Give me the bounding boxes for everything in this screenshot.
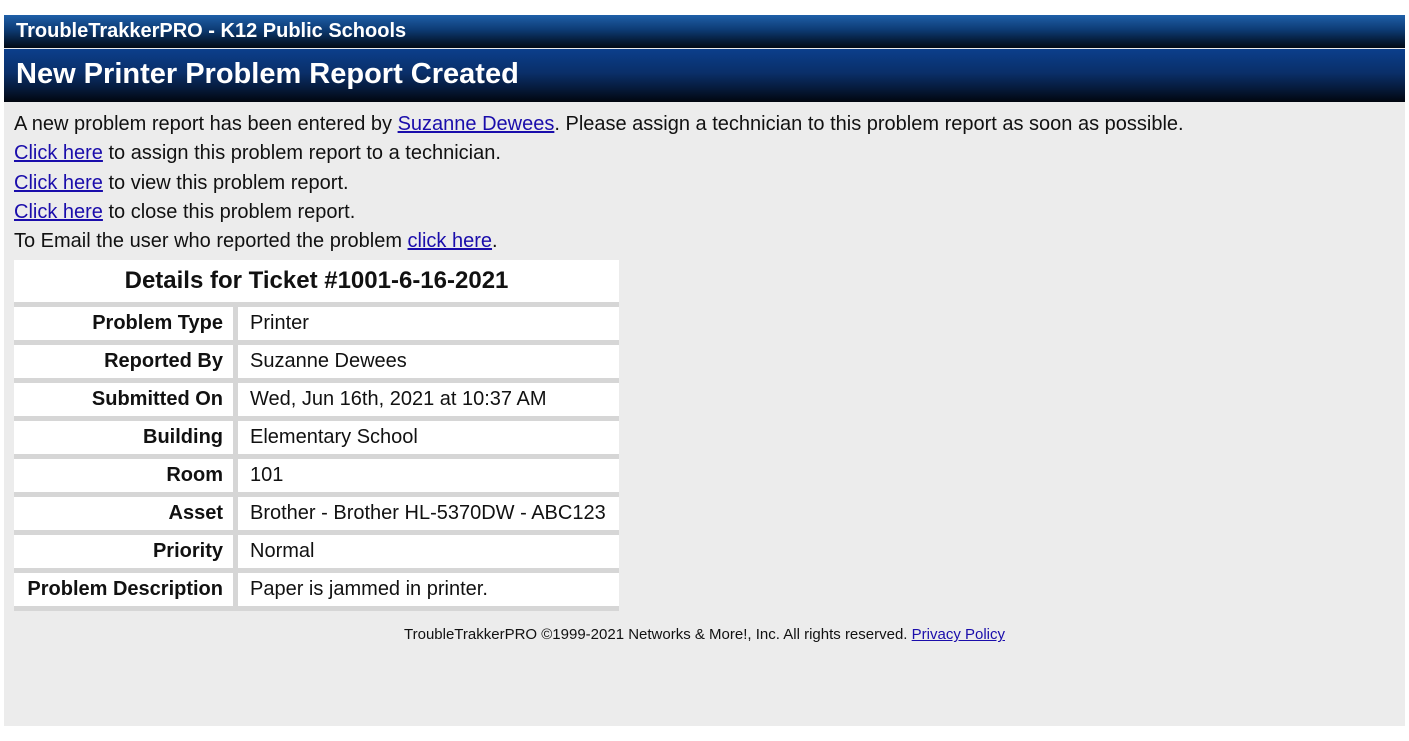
table-row: Submitted On Wed, Jun 16th, 2021 at 10:3… xyxy=(14,380,619,422)
reporter-link[interactable]: Suzanne Dewees xyxy=(398,113,555,135)
view-report-link[interactable]: Click here xyxy=(14,172,103,194)
table-row: Problem Description Paper is jammed in p… xyxy=(14,570,619,612)
assign-line: Click here to assign this problem report… xyxy=(14,139,1405,168)
page-title: New Printer Problem Report Created xyxy=(16,58,519,90)
copyright-text: TroubleTrakkerPRO ©1999-2021 Networks & … xyxy=(404,626,912,644)
assign-text: to assign this problem report to a techn… xyxy=(102,142,501,165)
table-row: Room 101 xyxy=(14,456,619,498)
title-bar: New Printer Problem Report Created xyxy=(4,49,1405,102)
intro-line: A new problem report has been entered by… xyxy=(14,110,1405,139)
brand-bar: TroubleTrakkerPRO - K12 Public Schools xyxy=(4,15,1405,48)
email-prefix: To Email the user who reported the probl… xyxy=(14,230,408,253)
intro-suffix: . Please assign a technician to this pro… xyxy=(554,113,1184,135)
row-value: Paper is jammed in printer. xyxy=(235,570,619,612)
footer: TroubleTrakkerPRO ©1999-2021 Networks & … xyxy=(4,626,1405,643)
view-line: Click here to view this problem report. xyxy=(14,169,1405,198)
table-row: Building Elementary School xyxy=(14,418,619,460)
close-text: to close this problem report. xyxy=(102,200,356,223)
table-row: Problem Type Printer xyxy=(14,304,619,346)
ticket-caption-row: Details for Ticket #1001-6-16-2021 xyxy=(14,260,619,308)
row-value: Wed, Jun 16th, 2021 at 10:37 AM xyxy=(235,380,619,422)
row-value: Suzanne Dewees xyxy=(235,342,619,384)
table-row: Asset Brother - Brother HL-5370DW - ABC1… xyxy=(14,494,619,536)
assign-technician-link[interactable]: Click here xyxy=(14,142,103,164)
ticket-details-table: Details for Ticket #1001-6-16-2021 Probl… xyxy=(14,260,619,612)
brand-title: TroubleTrakkerPRO - K12 Public Schools xyxy=(16,20,407,42)
close-line: Click here to close this problem report. xyxy=(14,198,1405,227)
row-label: Reported By xyxy=(14,342,238,384)
view-text: to view this problem report. xyxy=(102,171,349,194)
row-label: Asset xyxy=(14,494,238,536)
table-row: Priority Normal xyxy=(14,532,619,574)
close-report-link[interactable]: Click here xyxy=(14,201,103,223)
row-label: Problem Type xyxy=(14,304,238,346)
row-value: 101 xyxy=(235,456,619,498)
message-content: A new problem report has been entered by… xyxy=(4,102,1405,643)
email-user-link[interactable]: click here xyxy=(408,230,492,252)
ticket-caption: Details for Ticket #1001-6-16-2021 xyxy=(14,260,619,308)
table-row: Reported By Suzanne Dewees xyxy=(14,342,619,384)
row-label: Priority xyxy=(14,532,238,574)
email-body: TroubleTrakkerPRO - K12 Public Schools N… xyxy=(4,15,1405,726)
row-label: Building xyxy=(14,418,238,460)
row-value: Elementary School xyxy=(235,418,619,460)
row-value: Brother - Brother HL-5370DW - ABC123 xyxy=(235,494,619,536)
row-label: Room xyxy=(14,456,238,498)
row-label: Problem Description xyxy=(14,570,238,612)
row-label: Submitted On xyxy=(14,380,238,422)
intro-prefix: A new problem report has been entered by xyxy=(14,113,398,135)
row-value: Printer xyxy=(235,304,619,346)
email-line: To Email the user who reported the probl… xyxy=(14,227,1405,256)
email-suffix: . xyxy=(492,230,498,253)
row-value: Normal xyxy=(235,532,619,574)
privacy-policy-link[interactable]: Privacy Policy xyxy=(912,626,1005,643)
